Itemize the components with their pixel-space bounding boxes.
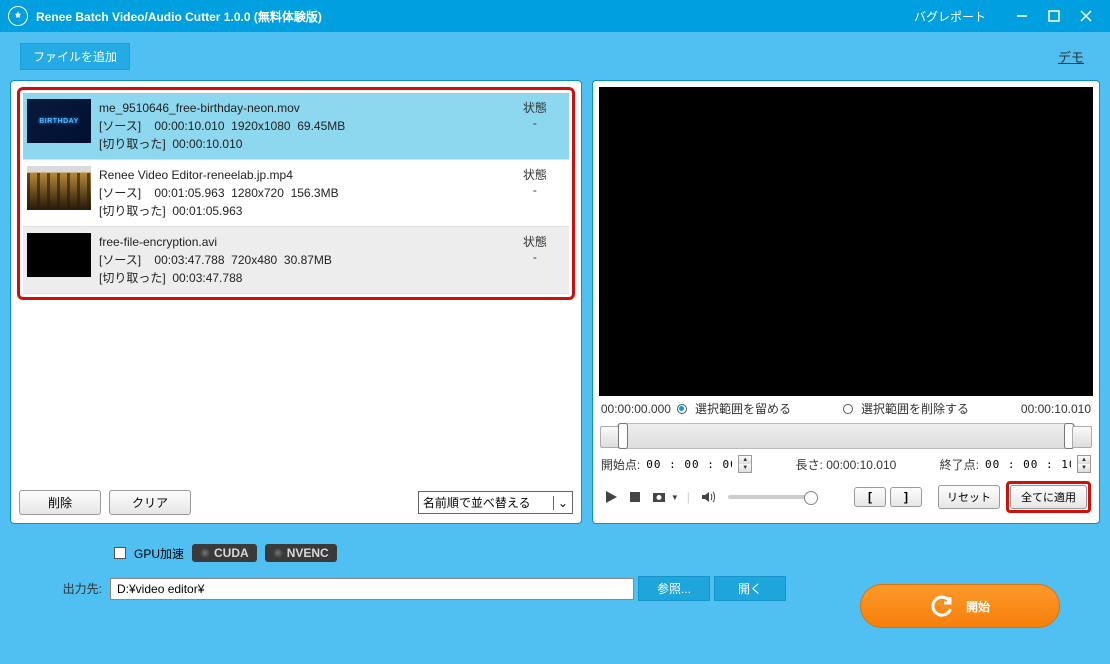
preview-panel: 00:00:00.000 選択範囲を留める 選択範囲を削除する 00:00:10… (592, 80, 1100, 524)
apply-all-highlight: 全てに適用 (1006, 481, 1091, 513)
refresh-icon (930, 594, 954, 618)
reset-button[interactable]: リセット (938, 485, 1000, 509)
file-info: Renee Video Editor-reneelab.jp.mp4 [ソース]… (99, 166, 505, 220)
current-time: 00:00:00.000 (601, 402, 671, 416)
chevron-down-icon: ⌄ (553, 496, 568, 510)
file-thumbnail (27, 233, 91, 277)
start-point-input[interactable] (644, 457, 734, 472)
sort-label: 名前順で並べ替える (423, 494, 531, 511)
file-thumbnail (27, 99, 91, 143)
output-path-input[interactable] (110, 578, 634, 600)
slider-handle-end[interactable] (1064, 423, 1074, 449)
cuda-badge: CUDA (192, 544, 257, 562)
minimize-button[interactable] (1006, 0, 1038, 32)
nvidia-icon (200, 548, 210, 558)
nvenc-badge: NVENC (265, 544, 337, 562)
chevron-down-icon: ▼ (671, 493, 679, 502)
range-slider[interactable] (617, 423, 1075, 449)
slider-handle-start[interactable] (618, 423, 628, 449)
snapshot-button[interactable] (649, 487, 669, 507)
file-buttons: 削除 クリア 名前順で並べ替える ⌄ (17, 488, 575, 517)
file-name: free-file-encryption.avi (99, 233, 505, 251)
window-title: Renee Batch Video/Audio Cutter 1.0.0 (無料… (36, 8, 322, 25)
file-name: Renee Video Editor-reneelab.jp.mp4 (99, 166, 505, 184)
file-info: me_9510646_free-birthday-neon.mov [ソース] … (99, 99, 505, 153)
volume-icon[interactable] (698, 487, 718, 507)
start-button[interactable]: 開始 (860, 584, 1060, 628)
nvidia-icon (273, 548, 283, 558)
add-file-button[interactable]: ファイルを追加 (20, 43, 130, 70)
file-item[interactable]: free-file-encryption.avi [ソース] 00:03:47.… (23, 227, 569, 294)
end-stepper[interactable]: ▲▼ (1077, 455, 1091, 473)
gpu-row: GPU加速 CUDA NVENC (114, 544, 1060, 562)
file-status: 状態 - (505, 99, 565, 153)
output-label: 出力先: (50, 580, 102, 597)
time-points: 開始点: ▲▼ 長さ: 00:00:10.010 終了点: ▲▼ (599, 451, 1093, 477)
clear-button[interactable]: クリア (109, 490, 191, 515)
keep-range-label: 選択範囲を留める (695, 400, 791, 417)
keep-range-radio[interactable] (677, 404, 687, 414)
titlebar: Renee Batch Video/Audio Cutter 1.0.0 (無料… (0, 0, 1110, 32)
remove-range-radio[interactable] (843, 404, 853, 414)
video-preview[interactable] (599, 87, 1093, 396)
start-stepper[interactable]: ▲▼ (738, 455, 752, 473)
browse-button[interactable]: 参照... (638, 576, 710, 601)
file-status: 状態 - (505, 166, 565, 220)
open-button[interactable]: 開く (714, 576, 786, 601)
main-content: me_9510646_free-birthday-neon.mov [ソース] … (10, 80, 1100, 524)
file-thumbnail (27, 166, 91, 210)
mark-in-button[interactable]: [ (854, 487, 886, 507)
file-item[interactable]: Renee Video Editor-reneelab.jp.mp4 [ソース]… (23, 160, 569, 227)
timeline-info: 00:00:00.000 選択範囲を留める 選択範囲を削除する 00:00:10… (599, 396, 1093, 421)
gpu-label: GPU加速 (134, 545, 184, 562)
end-point-label: 終了点: (940, 456, 979, 473)
close-button[interactable] (1070, 0, 1102, 32)
start-point-label: 開始点: (601, 456, 640, 473)
file-item[interactable]: me_9510646_free-birthday-neon.mov [ソース] … (23, 93, 569, 160)
delete-button[interactable]: 削除 (19, 490, 101, 515)
mark-out-button[interactable]: ] (890, 487, 922, 507)
maximize-button[interactable] (1038, 0, 1070, 32)
play-button[interactable] (601, 487, 621, 507)
toolbar: ファイルを追加 デモ (0, 32, 1110, 74)
apply-all-button[interactable]: 全てに適用 (1010, 485, 1087, 509)
demo-link[interactable]: デモ (1058, 47, 1084, 66)
bug-report-link[interactable]: バグレポート (914, 8, 986, 25)
file-name: me_9510646_free-birthday-neon.mov (99, 99, 505, 117)
stop-button[interactable] (625, 487, 645, 507)
app-logo-icon (8, 6, 28, 26)
total-time: 00:00:10.010 (1021, 402, 1091, 416)
end-point-input[interactable] (983, 457, 1073, 472)
file-list-panel: me_9510646_free-birthday-neon.mov [ソース] … (10, 80, 582, 524)
file-list-highlight: me_9510646_free-birthday-neon.mov [ソース] … (17, 87, 575, 300)
gpu-checkbox[interactable] (114, 547, 126, 559)
start-label: 開始 (966, 598, 990, 615)
file-status: 状態 - (505, 233, 565, 287)
volume-slider[interactable] (728, 495, 818, 499)
playback-controls: ▼ | [ ] リセット 全てに適用 (599, 477, 1093, 517)
sort-select[interactable]: 名前順で並べ替える ⌄ (418, 491, 573, 514)
file-info: free-file-encryption.avi [ソース] 00:03:47.… (99, 233, 505, 287)
remove-range-label: 選択範囲を削除する (861, 400, 969, 417)
bottom-bar: GPU加速 CUDA NVENC 出力先: 参照... 開く 開始 (0, 534, 1110, 664)
